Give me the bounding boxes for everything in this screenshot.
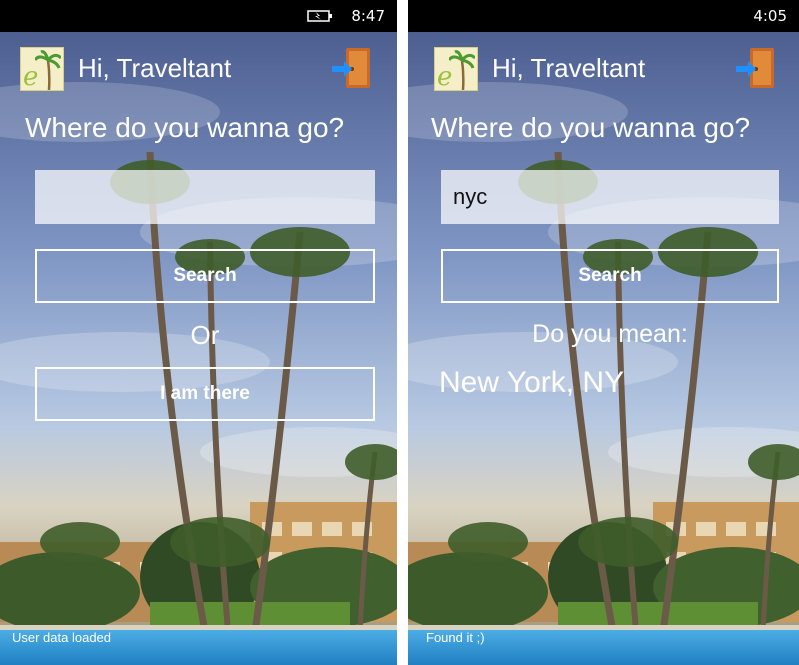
suggestion-link[interactable]: New York, NY (439, 366, 624, 400)
greeting-text: Hi, Traveltant (78, 53, 232, 83)
status-message: Found it ;) (426, 630, 485, 645)
clock: 4:05 (753, 7, 787, 25)
status-bar: 4:05 (408, 0, 799, 32)
door-exit-icon[interactable] (330, 45, 376, 91)
status-message: User data loaded (12, 630, 112, 645)
i-am-there-button[interactable]: I am there (35, 367, 375, 421)
palm-tree-logo-icon: e (434, 47, 478, 91)
destination-search-input[interactable] (441, 170, 779, 224)
or-label: Or (190, 320, 220, 350)
i-am-there-button-label: I am there (160, 383, 250, 404)
battery-charging-icon (307, 10, 332, 22)
greeting-text: Hi, Traveltant (492, 53, 646, 83)
clock: 8:47 (351, 7, 385, 25)
door-exit-icon[interactable] (734, 45, 780, 91)
where-prompt: Where do you wanna go? (431, 112, 751, 143)
did-you-mean-label: Do you mean: (532, 320, 688, 348)
destination-search-input[interactable] (35, 170, 375, 224)
status-bar: 8:47 (0, 0, 397, 32)
phone-screen-right: 4:05 e Hi, Traveltant Where do you wanna… (408, 0, 799, 665)
where-prompt: Where do you wanna go? (25, 112, 345, 143)
palm-tree-logo-icon: e (20, 47, 64, 91)
search-button-label: Search (173, 265, 237, 286)
search-button[interactable]: Search (35, 249, 375, 303)
search-button-label: Search (578, 265, 642, 286)
search-button[interactable]: Search (441, 249, 779, 303)
phone-screen-left: 8:47 e Hi, Traveltant Where do you wanna… (0, 0, 397, 665)
